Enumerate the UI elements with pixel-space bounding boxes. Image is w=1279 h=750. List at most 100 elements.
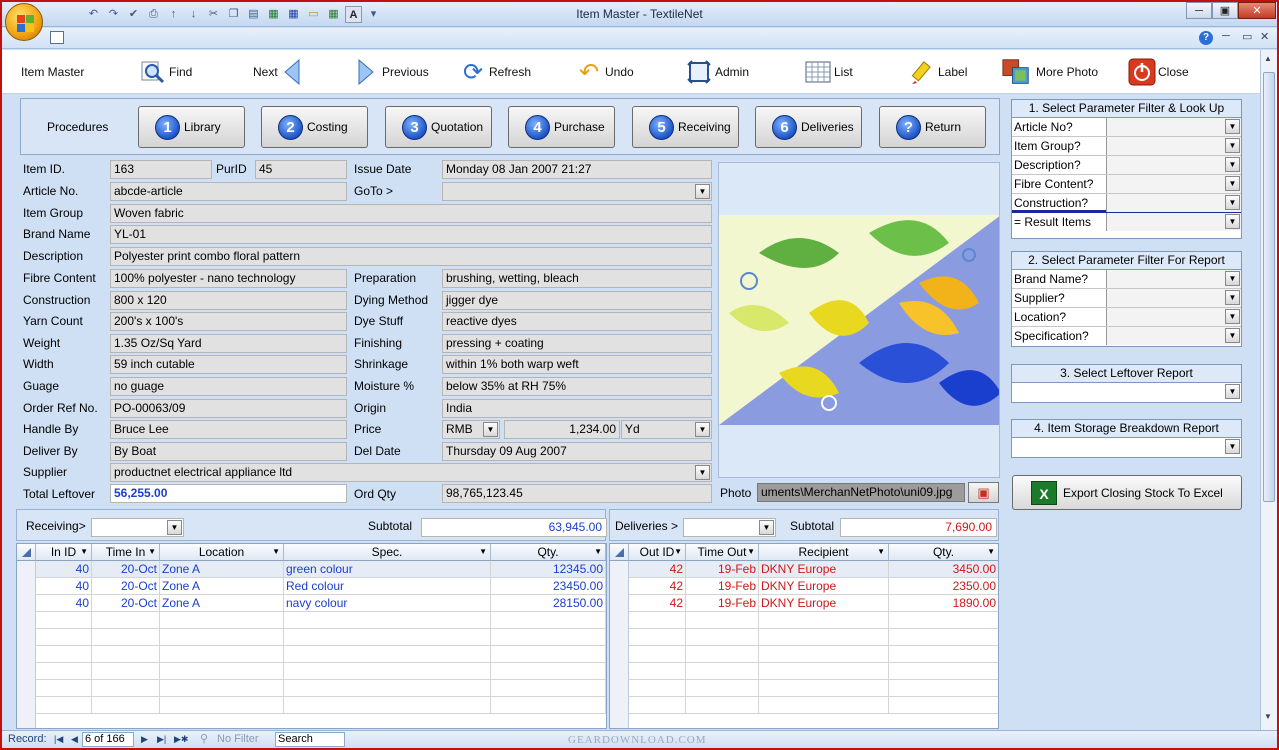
previous-button[interactable]: Previous [352,58,429,86]
chevron-down-icon[interactable]: ▼ [272,544,280,560]
purid-field[interactable]: 45 [255,160,347,179]
price-field[interactable]: 1,234.00 [504,420,620,439]
help-icon[interactable]: ? [1199,31,1213,45]
dying-method-field[interactable]: jigger dye [442,291,712,310]
deliveries-select-all[interactable] [610,544,629,561]
word-icon[interactable]: ▦ [285,6,302,23]
doc-minimize-icon[interactable]: ─ [1222,30,1230,42]
recipient-cell[interactable]: DKNY Europe [759,578,889,595]
chevron-down-icon[interactable]: ▼ [1225,328,1240,343]
order-ref-field[interactable]: PO-00063/09 [110,399,347,418]
del-date-field[interactable]: Thursday 09 Aug 2007 [442,442,712,461]
location-cell[interactable]: Zone A [160,578,284,595]
guage-field[interactable]: no guage [110,377,347,396]
label-button[interactable]: Label [908,58,967,86]
last-record-icon[interactable]: ▶| [157,731,166,748]
result-items-combo[interactable] [1107,213,1241,231]
chevron-down-icon[interactable]: ▼ [674,544,682,560]
print-icon[interactable]: ⎙ [145,6,162,23]
time-in-cell[interactable]: 20-Oct [92,595,160,612]
return-button[interactable]: ? Return [879,106,986,148]
chevron-down-icon[interactable]: ▼ [1225,384,1240,399]
next-button[interactable]: Next [253,58,308,86]
library-button[interactable]: 1 Library [138,106,245,148]
lookup-row-description[interactable]: Description? ▼ [1012,156,1241,175]
sort-descending-icon[interactable]: ↓ [185,6,202,23]
article-no-field[interactable]: abcde-article [110,182,347,201]
more-photo-button[interactable]: More Photo [1002,58,1098,86]
undo-icon[interactable]: ↶ [85,6,102,23]
copy-icon[interactable]: ❐ [225,6,242,23]
chevron-down-icon[interactable]: ▼ [1225,138,1240,153]
location-cell[interactable]: Zone A [160,561,284,578]
customize-qat-icon[interactable]: ▾ [365,6,382,23]
col-in-id[interactable]: In ID ▼ [36,544,92,561]
col-out-id[interactable]: Out ID ▼ [629,544,686,561]
chevron-down-icon[interactable]: ▼ [594,544,602,560]
chevron-down-icon[interactable]: ▼ [483,422,498,437]
chevron-down-icon[interactable]: ▼ [695,184,710,199]
record-number-input[interactable]: 6 of 166 [82,732,134,747]
photo-path-field[interactable]: uments\MerchanNetPhoto\uni09.jpg [757,483,965,502]
chevron-down-icon[interactable]: ▼ [877,544,885,560]
browse-photo-icon[interactable]: ▣ [968,482,999,503]
location-cell[interactable]: Zone A [160,595,284,612]
col-out-qty[interactable]: Qty. ▼ [889,544,998,561]
chevron-down-icon[interactable]: ▼ [1225,119,1240,134]
chevron-down-icon[interactable]: ▼ [1225,157,1240,172]
out-id-cell[interactable]: 42 [629,595,686,612]
lookup-row-construction[interactable]: Construction? ▼ [1012,194,1241,213]
find-button[interactable]: Find [139,58,192,86]
lookup-row-result[interactable]: = Result Items ▼ [1012,213,1241,232]
qty-cell[interactable]: 12345.00 [491,561,606,578]
receiving-select-all[interactable] [17,544,36,561]
time-in-cell[interactable]: 20-Oct [92,578,160,595]
chevron-down-icon[interactable]: ▼ [759,520,774,535]
report-specification-combo[interactable] [1107,327,1241,345]
spec-cell[interactable]: green colour [284,561,491,578]
col-qty[interactable]: Qty. ▼ [491,544,606,561]
time-out-cell[interactable]: 19-Feb [686,561,759,578]
goto-combo[interactable]: ▼ [442,182,712,201]
out-id-cell[interactable]: 42 [629,578,686,595]
origin-field[interactable]: India [442,399,712,418]
vertical-scrollbar[interactable]: ▲ ▼ [1260,50,1277,730]
leftover-report-combo[interactable]: ▼ [1012,383,1241,402]
report-location-combo[interactable] [1107,308,1241,326]
out-qty-cell[interactable]: 2350.00 [889,578,998,595]
issue-date-field[interactable]: Monday 08 Jan 2007 21:27 [442,160,712,179]
export-excel-button[interactable]: X Export Closing Stock To Excel [1012,475,1242,510]
chevron-down-icon[interactable]: ▼ [167,520,182,535]
supplier-combo[interactable]: productnet electrical appliance ltd ▼ [110,463,712,482]
receiving-subtotal-field[interactable]: 63,945.00 [421,518,607,537]
out-qty-cell[interactable]: 3450.00 [889,561,998,578]
handle-by-field[interactable]: Bruce Lee [110,420,347,439]
lookup-construction-combo[interactable] [1107,194,1241,212]
chevron-down-icon[interactable]: ▼ [987,544,995,560]
report-row-specification[interactable]: Specification? ▼ [1012,327,1241,346]
lookup-row-article[interactable]: Article No? ▼ [1012,118,1241,137]
costing-button[interactable]: 2 Costing [261,106,368,148]
refresh-button[interactable]: ⟳ Refresh [459,58,531,86]
chevron-down-icon[interactable]: ▼ [695,465,710,480]
doc-close-icon[interactable]: ✕ [1260,30,1269,43]
table-icon[interactable]: ▦ [325,6,342,23]
report-brand-combo[interactable] [1107,270,1241,288]
in-id-cell[interactable]: 40 [36,578,92,595]
brand-name-field[interactable]: YL-01 [110,225,712,244]
deliveries-filter-combo[interactable]: ▼ [683,518,776,537]
qty-cell[interactable]: 23450.00 [491,578,606,595]
lookup-group-combo[interactable] [1107,137,1241,155]
ord-qty-field[interactable]: 98,765,123.45 [442,484,712,503]
col-time-out[interactable]: Time Out ▼ [686,544,759,561]
office-button[interactable] [5,3,43,41]
first-record-icon[interactable]: |◀ [54,731,63,748]
report-supplier-combo[interactable] [1107,289,1241,307]
chevron-down-icon[interactable]: ▼ [1225,309,1240,324]
description-field[interactable]: Polyester print combo floral pattern [110,247,712,266]
report-row-location[interactable]: Location? ▼ [1012,308,1241,327]
folder-icon[interactable]: ▭ [305,6,322,23]
weight-field[interactable]: 1.35 Oz/Sq Yard [110,334,347,353]
sort-ascending-icon[interactable]: ↑ [165,6,182,23]
paste-icon[interactable]: ▤ [245,6,262,23]
